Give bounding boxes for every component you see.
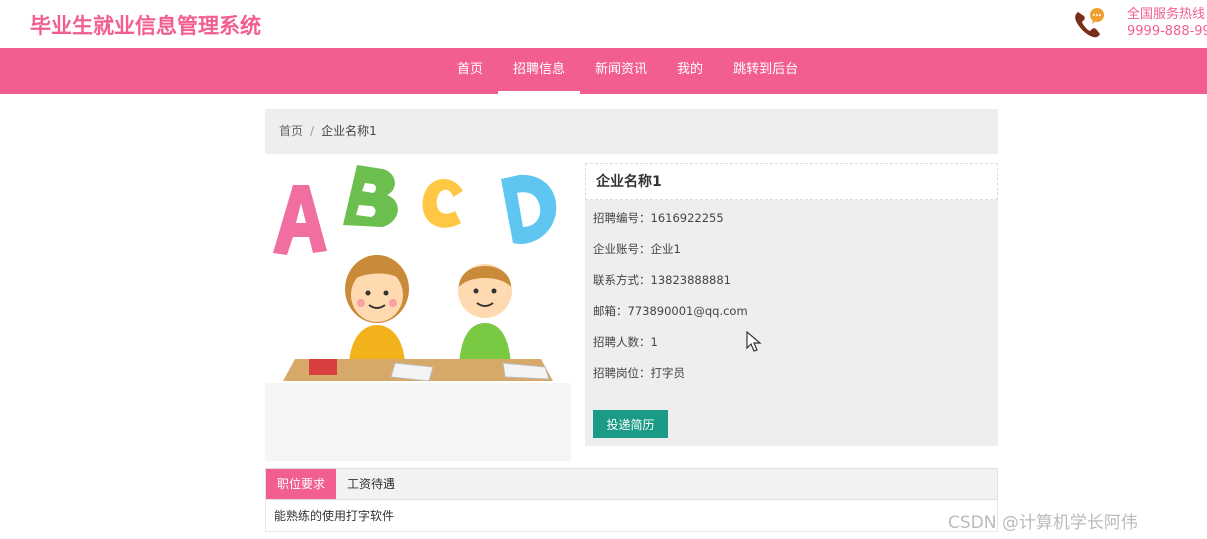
detail-value: 企业1: [650, 242, 681, 256]
hotline-number: 9999-888-999: [1127, 24, 1207, 39]
detail-label: 联系方式：: [593, 273, 651, 287]
nav-item-backend[interactable]: 跳转到后台: [718, 48, 813, 94]
detail-tabs: 职位要求 工资待遇: [265, 468, 998, 500]
tab-salary-benefits[interactable]: 工资待遇: [336, 469, 406, 499]
nav-item-jobs[interactable]: 招聘信息: [498, 48, 581, 94]
detail-value: 13823888881: [650, 273, 731, 287]
detail-row-contact: 联系方式：13823888881: [593, 272, 731, 288]
site-logo[interactable]: 毕业生就业信息管理系统: [30, 10, 261, 40]
breadcrumb-home[interactable]: 首页: [279, 124, 303, 138]
detail-row-job-id: 招聘编号：1616922255: [593, 210, 724, 226]
submit-resume-button[interactable]: 投递简历: [593, 410, 668, 438]
detail-label: 企业账号：: [593, 242, 651, 256]
phone-chat-icon: [1075, 8, 1104, 38]
detail-value: 1: [650, 335, 658, 349]
detail-label: 招聘编号：: [593, 211, 651, 225]
watermark: CSDN @计算机学长阿伟: [948, 513, 1138, 533]
nav-item-home[interactable]: 首页: [442, 48, 498, 94]
detail-value: 打字员: [650, 366, 686, 380]
hotline: 全国服务热线 9999-888-999: [1127, 6, 1207, 40]
detail-label: 邮箱：: [593, 304, 628, 318]
abc-kids-illustration: [265, 163, 571, 383]
nav-item-mine[interactable]: 我的: [662, 48, 718, 94]
tab-job-requirements[interactable]: 职位要求: [266, 469, 337, 499]
breadcrumb-current: 企业名称1: [321, 124, 377, 138]
detail-row-position: 招聘岗位：打字员: [593, 365, 685, 381]
detail-row-headcount: 招聘人数：1: [593, 334, 658, 350]
top-header: 毕业生就业信息管理系统 全国服务热线 9999-888-999: [0, 0, 1207, 48]
detail-row-email: 邮箱：773890001@qq.com: [593, 303, 748, 319]
detail-value: 773890001@qq.com: [627, 304, 748, 318]
breadcrumb: 首页 / 企业名称1: [265, 109, 998, 154]
breadcrumb-separator: /: [310, 124, 315, 138]
hotline-label: 全国服务热线: [1127, 7, 1206, 22]
nav-item-news[interactable]: 新闻资讯: [580, 48, 662, 94]
detail-label: 招聘人数：: [593, 335, 651, 349]
detail-row-company-account: 企业账号：企业1: [593, 241, 681, 257]
main-nav: 首页 招聘信息 新闻资讯 我的 跳转到后台: [0, 48, 1207, 94]
mouse-cursor-icon: [746, 331, 762, 352]
detail-value: 1616922255: [650, 211, 724, 225]
company-title: 企业名称1: [585, 163, 998, 200]
job-detail-panel: 企业名称1 招聘编号：1616922255 企业账号：企业1 联系方式：1382…: [585, 163, 998, 446]
company-image: [265, 163, 571, 461]
tab-content: 能熟练的使用打字软件: [265, 500, 998, 532]
detail-label: 招聘岗位：: [593, 366, 651, 380]
